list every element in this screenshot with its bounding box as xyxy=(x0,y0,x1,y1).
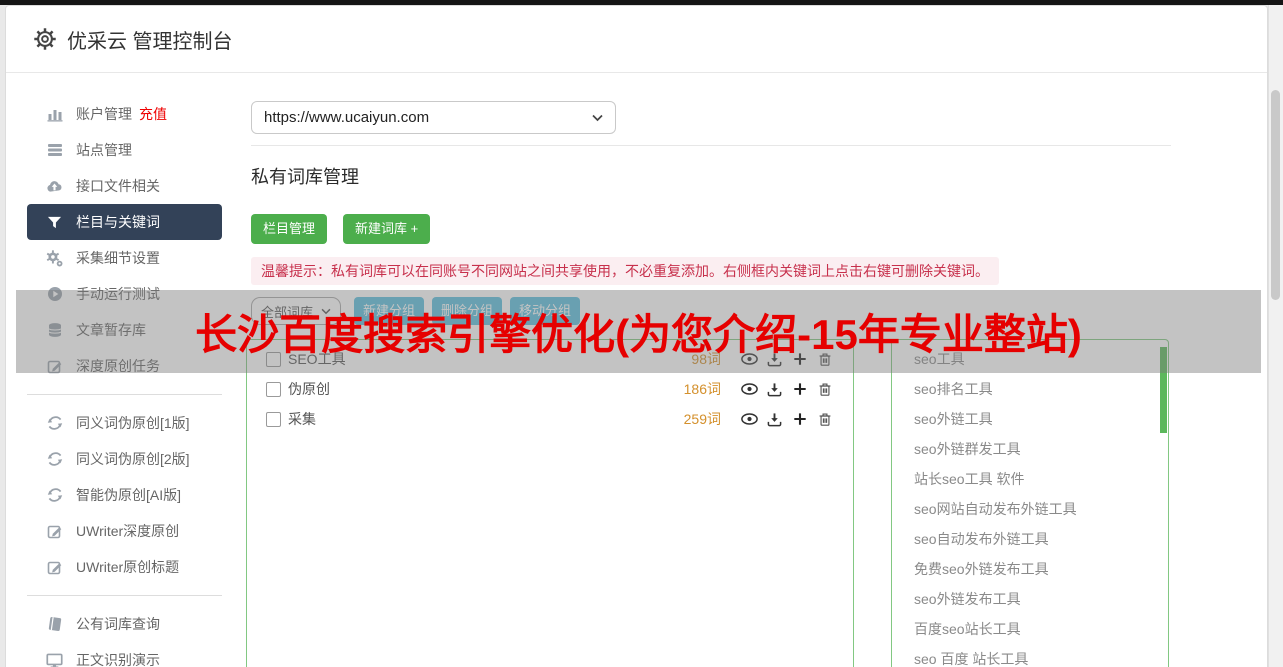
page-title: 私有词库管理 xyxy=(251,167,359,187)
thesaurus-name: 采集 xyxy=(288,411,316,427)
eye-icon[interactable] xyxy=(741,411,758,428)
sidebar-item-label: 站点管理 xyxy=(76,142,132,158)
keyword-item[interactable]: 站长seo工具 软件 xyxy=(914,464,1168,494)
sidebar-item-uwriter-deep[interactable]: UWriter深度原创 xyxy=(27,513,222,549)
keyword-item[interactable]: 百度seo站长工具 xyxy=(914,614,1168,644)
sidebar-item-content-recognition[interactable]: 正文识别演示 xyxy=(27,642,222,667)
keyword-item[interactable]: seo 百度 站长工具 xyxy=(914,644,1168,667)
keyword-item[interactable]: seo外链工具 xyxy=(914,404,1168,434)
keyword-item[interactable]: seo外链群发工具 xyxy=(914,434,1168,464)
gears-icon xyxy=(46,249,63,267)
thesaurus-list-panel: SEO工具 98词 伪原创 186词 采集 259词 xyxy=(246,339,854,667)
new-thesaurus-button[interactable]: 新建词库 + xyxy=(343,214,431,244)
edit-icon xyxy=(46,523,63,540)
sidebar-item-interface-files[interactable]: 接口文件相关 xyxy=(27,168,222,204)
sidebar-item-collect-settings[interactable]: 采集细节设置 xyxy=(27,240,222,276)
sidebar-item-label: 同义词伪原创[1版] xyxy=(76,415,190,431)
monitor-icon xyxy=(46,652,63,667)
word-count: 259词 xyxy=(683,411,721,427)
site-select-value: https://www.ucaiyun.com xyxy=(264,109,430,126)
sidebar-item-label: 账户管理 xyxy=(76,106,132,122)
gear-icon xyxy=(34,28,56,50)
sidebar-item-label: 采集细节设置 xyxy=(76,250,160,266)
refresh-icon xyxy=(46,487,63,504)
list-icon xyxy=(46,142,63,159)
sidebar-item-sites[interactable]: 站点管理 xyxy=(27,132,222,168)
trash-icon[interactable] xyxy=(816,381,833,398)
app-title: 优采云 管理控制台 xyxy=(67,30,233,53)
sidebar-divider xyxy=(27,394,222,395)
download-icon[interactable] xyxy=(766,411,783,428)
keyword-item[interactable]: 免费seo外链发布工具 xyxy=(914,554,1168,584)
thesaurus-panels: SEO工具 98词 伪原创 186词 采集 259词 seo工具 seo排名工具… xyxy=(246,339,1267,667)
sidebar-item-label: 智能伪原创[AI版] xyxy=(76,487,182,503)
trash-icon[interactable] xyxy=(816,411,833,428)
bar-chart-icon xyxy=(46,106,63,123)
keyword-list-panel: seo工具 seo排名工具 seo外链工具 seo外链群发工具 站长seo工具 … xyxy=(891,339,1169,667)
top-black-bar xyxy=(0,0,1283,5)
refresh-icon xyxy=(46,415,63,432)
site-select[interactable]: https://www.ucaiyun.com xyxy=(251,101,616,134)
chevron-down-icon xyxy=(592,114,603,122)
refresh-icon xyxy=(46,451,63,468)
row-checkbox[interactable] xyxy=(266,411,281,427)
sidebar-item-label: 正文识别演示 xyxy=(76,652,160,667)
table-row: 采集 259词 xyxy=(266,404,833,434)
row-checkbox[interactable] xyxy=(266,381,281,397)
page-scrollbar-thumb[interactable] xyxy=(1271,90,1280,300)
sidebar-item-columns-keywords[interactable]: 栏目与关键词 xyxy=(27,204,222,240)
sidebar-divider xyxy=(27,595,222,596)
sidebar-item-label: UWriter深度原创 xyxy=(76,523,180,539)
sidebar-item-label: 栏目与关键词 xyxy=(76,214,160,230)
tip-banner: 温馨提示：私有词库可以在同账号不同网站之间共享使用，不必重复添加。右侧框内关键词… xyxy=(251,257,999,285)
page-scrollbar[interactable] xyxy=(1268,5,1283,667)
app-header: 优采云 管理控制台 xyxy=(6,6,1267,73)
plus-icon[interactable] xyxy=(791,381,808,398)
sidebar-item-label: UWriter原创标题 xyxy=(76,559,180,575)
keyword-item[interactable]: seo排名工具 xyxy=(914,374,1168,404)
table-row: 伪原创 186词 xyxy=(266,374,833,404)
thesaurus-name: 伪原创 xyxy=(288,381,330,397)
edit-icon xyxy=(46,559,63,576)
sidebar-item-public-thesaurus[interactable]: 公有词库查询 xyxy=(27,606,222,642)
sidebar-item-label: 公有词库查询 xyxy=(76,616,160,632)
column-manage-button[interactable]: 栏目管理 xyxy=(251,214,328,244)
sidebar-item-uwriter-title[interactable]: UWriter原创标题 xyxy=(27,549,222,585)
action-buttons: 栏目管理 新建词库 + xyxy=(251,214,1267,244)
book-icon xyxy=(46,616,63,633)
sidebar-item-synonym-v2[interactable]: 同义词伪原创[2版] xyxy=(27,441,222,477)
watermark-text: 长沙百度搜索引擎优化(为您介绍-15年专业整站) xyxy=(195,311,1082,358)
watermark-band: 长沙百度搜索引擎优化(为您介绍-15年专业整站) xyxy=(16,290,1261,373)
sidebar-item-label: 同义词伪原创[2版] xyxy=(76,451,190,467)
divider xyxy=(251,145,1171,146)
recharge-badge[interactable]: 充值 xyxy=(139,104,167,124)
eye-icon[interactable] xyxy=(741,381,758,398)
download-icon[interactable] xyxy=(766,381,783,398)
filter-icon xyxy=(46,214,63,231)
sidebar-item-smart-ai[interactable]: 智能伪原创[AI版] xyxy=(27,477,222,513)
keyword-item[interactable]: seo自动发布外链工具 xyxy=(914,524,1168,554)
sidebar-item-label: 接口文件相关 xyxy=(76,178,160,194)
sidebar-item-account[interactable]: 账户管理 充值 xyxy=(27,96,222,132)
keyword-item[interactable]: seo网站自动发布外链工具 xyxy=(914,494,1168,524)
keyword-item[interactable]: seo外链发布工具 xyxy=(914,584,1168,614)
sidebar-item-synonym-v1[interactable]: 同义词伪原创[1版] xyxy=(27,405,222,441)
plus-icon[interactable] xyxy=(791,411,808,428)
word-count: 186词 xyxy=(683,381,721,397)
cloud-upload-icon xyxy=(46,178,63,195)
page: 优采云 管理控制台 账户管理 充值 站点管理 接口文件相关 栏目与关键词 采集细… xyxy=(0,0,1283,667)
